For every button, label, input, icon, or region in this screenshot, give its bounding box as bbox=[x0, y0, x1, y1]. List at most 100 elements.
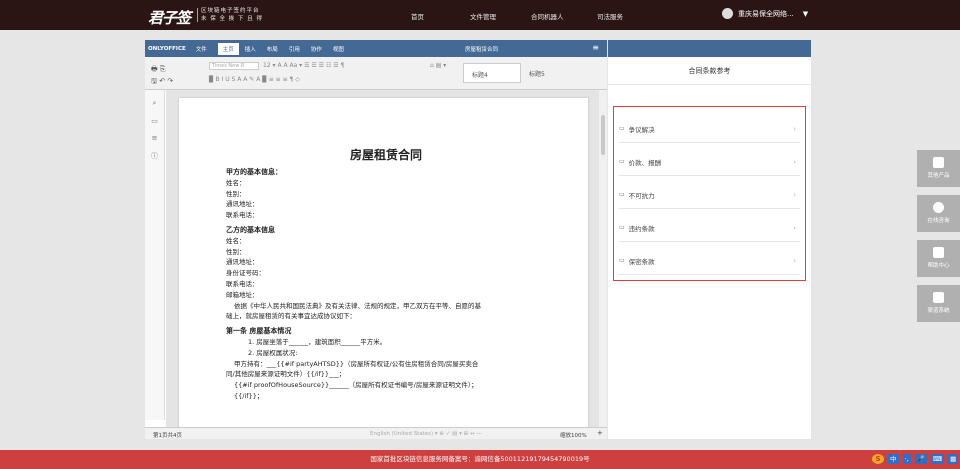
party-b-field: 邮箱地址： bbox=[226, 290, 259, 299]
help-center-button[interactable]: 帮助中心 bbox=[917, 240, 960, 277]
preamble-line: 依据《中华人民共和国民法典》及有关法律、法规的规定，甲乙双方在平等、自愿的基 bbox=[234, 301, 481, 310]
folder-icon: ▭ bbox=[619, 125, 625, 132]
style-heading5[interactable]: 标题5 bbox=[529, 69, 545, 78]
online-consult-label: 在线咨询 bbox=[927, 218, 950, 224]
ime-chinese-mode[interactable]: 中 bbox=[888, 454, 899, 464]
user-menu[interactable]: 重庆易保全网络... ▼ bbox=[722, 8, 808, 19]
document-canvas: 房屋租赁合同 甲方的基本信息： 姓名： 性别： 通讯地址： 联系电话： 乙方的基… bbox=[166, 90, 599, 427]
brand-tagline: 区块链电子签约平台 未 保 全 挨 下 且 得 bbox=[201, 7, 263, 23]
language-select[interactable]: English (United States) ▾ ⊕ ✓ ▤ ▾ ⊞ ↔ — bbox=[370, 431, 482, 437]
party-a-field: 联系电话： bbox=[226, 211, 259, 220]
article1-para: {{/if}}； bbox=[234, 391, 264, 400]
online-consult-button[interactable]: 在线咨询 bbox=[917, 195, 960, 232]
article1-heading: 第一条 房屋基本情况 bbox=[226, 327, 292, 336]
tab-layout[interactable]: 布局 bbox=[267, 45, 278, 53]
article1-para: {{#if proofOfHouseSource}}______（房屋所有权证书… bbox=[234, 381, 478, 390]
channel-system-label: 渠道系统 bbox=[927, 308, 950, 314]
article1-para: 同/其他房屋来源证明文件）{{/if}}___； bbox=[226, 370, 346, 379]
folder-icon: ▭ bbox=[619, 158, 625, 165]
party-b-field: 联系电话： bbox=[226, 279, 259, 288]
format-buttons[interactable]: ▉ B I U S A A ✎ A ▉ ≡ ≡ ≡ ¶ ◇ bbox=[209, 76, 300, 83]
menu-icon[interactable]: ≡ bbox=[592, 43, 599, 52]
clause-item[interactable]: ▭ 价款、报酬 › bbox=[619, 148, 800, 176]
font-name-value: Times New R bbox=[212, 63, 245, 69]
font-size-select[interactable]: 12 ▾ A A Aa ▾ ☰ ☰ ☰ ☷ ☰ ¶ bbox=[263, 62, 344, 69]
nav-contract-robot[interactable]: 合同机器人 bbox=[531, 11, 564, 21]
chevron-down-icon: ▼ bbox=[802, 9, 809, 18]
help-icon bbox=[933, 247, 944, 258]
clause-label: 不可抗力 bbox=[628, 191, 655, 200]
folder-icon: ▭ bbox=[619, 257, 625, 264]
nav-home[interactable]: 首页 bbox=[411, 11, 424, 21]
document-editor: ONLYOFFICE 文件 主页 插入 布局 引用 协作 视图 房屋租赁合同 ≡… bbox=[145, 40, 607, 439]
onlyoffice-brand: ONLYOFFICE bbox=[148, 45, 186, 52]
sogou-ime-icon[interactable]: S bbox=[872, 454, 884, 464]
style-heading4-label: 标题4 bbox=[472, 72, 488, 79]
copy-style-icons[interactable]: ⌂ ▤ ▾ bbox=[430, 62, 446, 69]
editor-tabbar: ONLYOFFICE 文件 主页 插入 布局 引用 协作 视图 房屋租赁合同 ≡ bbox=[145, 40, 607, 57]
chat-icon bbox=[933, 202, 944, 213]
party-a-heading: 甲方的基本信息： bbox=[226, 168, 282, 176]
other-products-label: 其他产品 bbox=[927, 173, 950, 179]
party-b-heading: 乙方的基本信息 bbox=[226, 225, 275, 234]
party-a-field: 姓名： bbox=[226, 178, 246, 187]
zoom-in-button[interactable]: + bbox=[597, 429, 603, 437]
tab-file[interactable]: 文件 bbox=[196, 45, 207, 53]
top-navbar: 君子签 区块链电子签约平台 未 保 全 挨 下 且 得 首页 文件管理 合同机器… bbox=[0, 0, 960, 30]
clause-label: 价款、报酬 bbox=[628, 158, 662, 167]
navigation-icon[interactable]: ≡ bbox=[145, 134, 164, 142]
chevron-right-icon: › bbox=[793, 157, 796, 166]
party-b-field: 通讯地址： bbox=[226, 258, 259, 267]
clause-item[interactable]: ▭ 争议解决 › bbox=[619, 115, 800, 143]
clause-item[interactable]: ▭ 保密条款 › bbox=[619, 247, 800, 275]
channel-system-button[interactable]: 渠道系统 bbox=[917, 285, 960, 322]
tab-view[interactable]: 视图 bbox=[333, 45, 344, 53]
party-a-field: 性别： bbox=[226, 189, 246, 198]
user-name: 重庆易保全网络... bbox=[738, 9, 794, 18]
document-content: 房屋租赁合同 甲方的基本信息： 姓名： 性别： 通讯地址： 联系电话： 乙方的基… bbox=[226, 147, 546, 402]
vertical-scrollbar[interactable] bbox=[599, 90, 607, 427]
keyboard-icon[interactable]: ⌨ bbox=[930, 454, 945, 464]
brand-logo[interactable]: 君子签 bbox=[148, 7, 191, 28]
party-b-field: 身份证号码： bbox=[226, 269, 265, 278]
clause-label: 违约条款 bbox=[628, 224, 655, 233]
footer-record-text[interactable]: 国家首批区块链信息服务网备案号：渝网信备50011219179454790019… bbox=[370, 455, 589, 463]
clause-item[interactable]: ▭ 违约条款 › bbox=[619, 214, 800, 242]
footer-bar: 国家首批区块链信息服务网备案号：渝网信备50011219179454790019… bbox=[0, 450, 960, 469]
clause-item[interactable]: ▭ 不可抗力 › bbox=[619, 181, 800, 209]
info-icon[interactable]: ⓘ bbox=[145, 151, 164, 161]
brand-tagline-line1: 区块链电子签约平台 bbox=[201, 8, 260, 14]
nav-file-management[interactable]: 文件管理 bbox=[470, 11, 496, 21]
toolbar-print-save-icons[interactable]: 🖶 ⎘ 🖫 ↶ ↷ bbox=[151, 63, 173, 87]
microphone-icon[interactable]: 🎤 bbox=[914, 454, 927, 464]
chevron-right-icon: › bbox=[793, 256, 796, 265]
doc-title: 房屋租赁合同 bbox=[349, 148, 422, 162]
article1-para: 甲方持有：___{{#if partyAHTSD}}（房屋所有权证/公有住房租赁… bbox=[234, 359, 479, 368]
folder-icon: ▭ bbox=[619, 191, 625, 198]
ime-punctuation[interactable]: ·, bbox=[902, 454, 911, 464]
grid-icon[interactable]: ▦ bbox=[948, 454, 959, 464]
tab-insert[interactable]: 插入 bbox=[245, 45, 256, 53]
zoom-level[interactable]: 缩放100% bbox=[560, 431, 587, 439]
left-rail: ⌕ ▭ ≡ ⓘ bbox=[145, 90, 165, 420]
tab-references[interactable]: 引用 bbox=[289, 45, 300, 53]
page-indicator: 第1页共4页 bbox=[153, 433, 182, 439]
avatar bbox=[722, 8, 733, 19]
tab-home[interactable]: 主页 bbox=[217, 42, 239, 55]
font-name-select[interactable]: Times New R bbox=[209, 62, 259, 70]
scrollbar-thumb[interactable] bbox=[601, 115, 605, 155]
chevron-right-icon: › bbox=[793, 223, 796, 232]
tab-collaboration[interactable]: 协作 bbox=[311, 45, 322, 53]
editor-toolbar: 🖶 ⎘ 🖫 ↶ ↷ Times New R 12 ▾ A A Aa ▾ ☰ ☰ ☰… bbox=[145, 57, 607, 90]
logo-divider bbox=[197, 8, 198, 22]
style-heading4[interactable]: 标题4 bbox=[463, 63, 521, 83]
panel-title: 合同条款参考 bbox=[608, 57, 811, 85]
ime-toolbar[interactable]: S 中 ·, 🎤 ⌨ ▦ bbox=[872, 454, 959, 464]
language-value: English (United States) bbox=[370, 431, 434, 437]
other-products-button[interactable]: 其他产品 bbox=[917, 150, 960, 187]
article1-item: 2. 房屋权属状况: bbox=[248, 348, 298, 357]
nav-judicial-service[interactable]: 司法服务 bbox=[597, 11, 623, 21]
search-icon[interactable]: ⌕ bbox=[145, 99, 164, 108]
comment-icon[interactable]: ▭ bbox=[145, 117, 164, 125]
grid-icon bbox=[933, 157, 944, 168]
